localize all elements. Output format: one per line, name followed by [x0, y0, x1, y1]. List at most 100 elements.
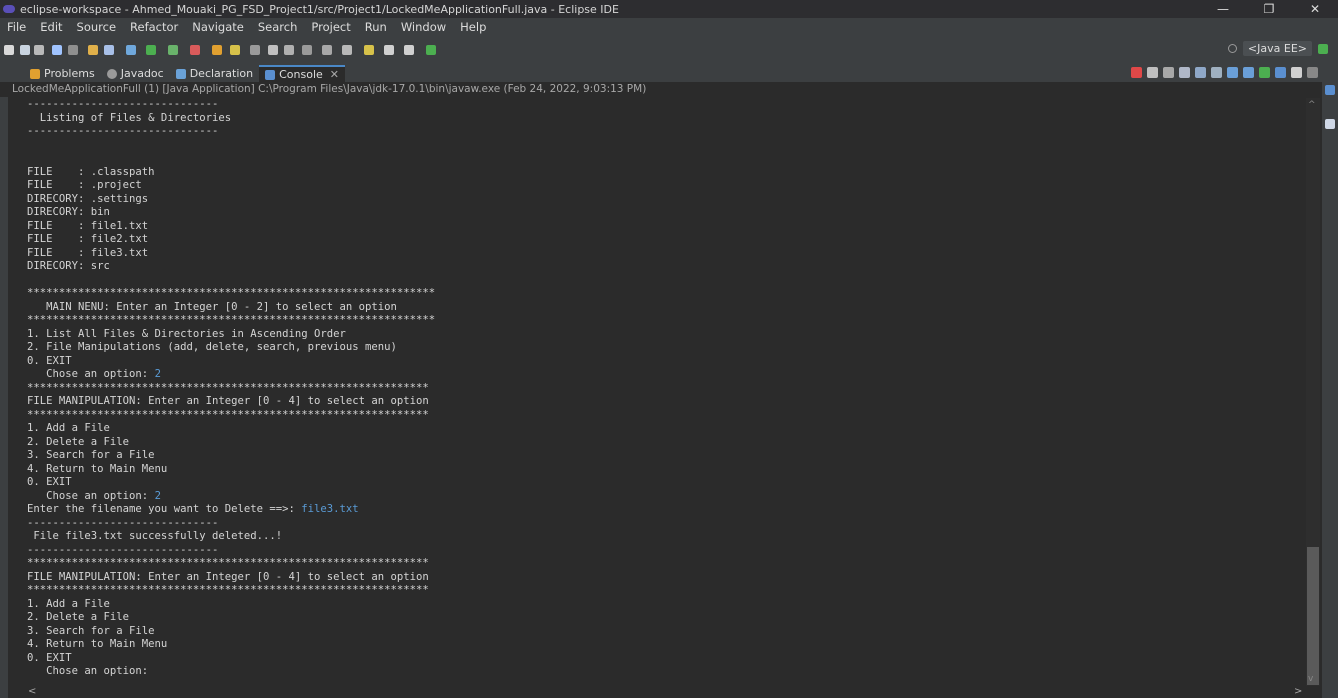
- console-line: 1. Add a File: [27, 598, 1304, 612]
- display-console-icon[interactable]: [1275, 67, 1286, 78]
- run-icon[interactable]: [146, 45, 156, 55]
- console-text: ------------------------------: [27, 98, 219, 110]
- show-whitespace-icon[interactable]: [302, 45, 312, 55]
- prev-annotation-icon[interactable]: [342, 45, 352, 55]
- close-button[interactable]: ✕: [1292, 0, 1338, 18]
- view-tab-bar: Problems Javadoc Declaration Console ✕: [0, 65, 1322, 82]
- console-line: ****************************************…: [27, 287, 1304, 301]
- console-line: DIRECORY: bin: [27, 206, 1304, 220]
- scrollbar-thumb[interactable]: [1307, 547, 1319, 685]
- external-tools-icon[interactable]: [190, 45, 200, 55]
- menu-search[interactable]: Search: [251, 20, 305, 34]
- clear-console-icon[interactable]: [1179, 67, 1190, 78]
- debug-icon[interactable]: [126, 45, 136, 55]
- console-line: MAIN NENU: Enter an Integer [0 - 2] to s…: [27, 301, 1304, 315]
- open-type-icon[interactable]: [250, 45, 260, 55]
- menu-file[interactable]: File: [0, 20, 33, 34]
- perspective-java-ee[interactable]: <Java EE>: [1242, 41, 1312, 56]
- menu-refactor[interactable]: Refactor: [123, 20, 185, 34]
- javadoc-icon: [106, 68, 117, 79]
- console-view-icon[interactable]: [52, 45, 62, 55]
- tab-label: Problems: [44, 67, 95, 80]
- console-line: FILE : .project: [27, 179, 1304, 193]
- console-text: ------------------------------: [27, 543, 219, 556]
- forward-icon[interactable]: [404, 45, 414, 55]
- scroll-left-icon[interactable]: <: [28, 686, 36, 697]
- open-console-icon[interactable]: [1291, 67, 1302, 78]
- menu-project[interactable]: Project: [304, 20, 357, 34]
- horizontal-scrollbar[interactable]: < >: [24, 686, 1320, 698]
- console-line: 0. EXIT: [27, 476, 1304, 490]
- console-text: 3. Search for a File: [27, 624, 155, 637]
- minimize-button[interactable]: —: [1200, 0, 1246, 18]
- tab-javadoc[interactable]: Javadoc: [101, 65, 170, 82]
- outline-icon[interactable]: [1325, 85, 1335, 95]
- console-line: Listing of Files & Directories: [27, 112, 1304, 126]
- console-text: 2. Delete a File: [27, 611, 130, 623]
- console-text: Listing of Files & Directories: [27, 111, 232, 124]
- console-text: MAIN NENU: Enter an Integer [0 - 2] to s…: [27, 300, 397, 313]
- minimize-view-icon[interactable]: [1307, 67, 1318, 78]
- console-line: Chose an option:: [27, 665, 1304, 679]
- console-text: 3. Search for a File: [27, 449, 155, 461]
- console-line: ****************************************…: [27, 584, 1304, 598]
- console-line: 1. Add a File: [27, 422, 1304, 436]
- show-stdout-icon[interactable]: [1227, 67, 1238, 78]
- remove-launch-icon[interactable]: [1147, 67, 1158, 78]
- next-annotation-icon[interactable]: [322, 45, 332, 55]
- last-edit-icon[interactable]: [364, 45, 374, 55]
- menu-navigate[interactable]: Navigate: [185, 20, 251, 34]
- console-text: FILE : file1.txt: [27, 219, 149, 232]
- new-package-icon[interactable]: [230, 45, 240, 55]
- terminal-icon[interactable]: [68, 45, 78, 55]
- menu-window[interactable]: Window: [394, 20, 453, 34]
- scroll-up-icon[interactable]: ^: [1308, 100, 1316, 110]
- maximize-button[interactable]: ❐: [1246, 0, 1292, 18]
- console-text: Chose an option:: [27, 489, 155, 502]
- toggle-mark-icon[interactable]: [284, 45, 294, 55]
- scroll-right-icon[interactable]: >: [1294, 686, 1302, 697]
- search-icon[interactable]: [1227, 44, 1237, 53]
- user-input: 2: [154, 489, 161, 502]
- tab-declaration[interactable]: Declaration: [170, 65, 259, 82]
- tab-problems[interactable]: Problems: [24, 65, 101, 82]
- terminate-icon[interactable]: [1131, 67, 1142, 78]
- vertical-scrollbar[interactable]: ^ v: [1306, 98, 1320, 686]
- save-icon[interactable]: [20, 45, 30, 55]
- new-java-project-icon[interactable]: [212, 45, 222, 55]
- scroll-down-icon[interactable]: v: [1308, 674, 1313, 684]
- open-perspective-icon[interactable]: [426, 45, 436, 55]
- back-icon[interactable]: [384, 45, 394, 55]
- console-toolbar: [1131, 67, 1318, 78]
- coverage-icon[interactable]: [168, 45, 178, 55]
- console-text: ****************************************…: [27, 557, 429, 569]
- remove-all-terminated-icon[interactable]: [1163, 67, 1174, 78]
- task-list-icon[interactable]: [1325, 119, 1335, 129]
- console-line: File file3.txt successfully deleted...!: [27, 530, 1304, 544]
- menu-run[interactable]: Run: [358, 20, 394, 34]
- console-line: ****************************************…: [27, 382, 1304, 396]
- show-stderr-icon[interactable]: [1243, 67, 1254, 78]
- menu-help[interactable]: Help: [453, 20, 493, 34]
- word-wrap-icon[interactable]: [1211, 67, 1222, 78]
- menu-bar: File Edit Source Refactor Navigate Search Proj…: [0, 18, 1338, 35]
- console-text: ****************************************…: [27, 314, 436, 326]
- menu-source[interactable]: Source: [70, 20, 124, 34]
- skip-breakpoints-icon[interactable]: [104, 45, 114, 55]
- server-icon[interactable]: [88, 45, 98, 55]
- save-all-icon[interactable]: [34, 45, 44, 55]
- tab-label: Console: [279, 68, 323, 81]
- pin-console-icon[interactable]: [1259, 67, 1270, 78]
- console-line: 3. Search for a File: [27, 449, 1304, 463]
- edit-icon[interactable]: [268, 45, 278, 55]
- tab-console[interactable]: Console ✕: [259, 65, 346, 82]
- scroll-lock-icon[interactable]: [1195, 67, 1206, 78]
- menu-edit[interactable]: Edit: [33, 20, 69, 34]
- new-icon[interactable]: [4, 45, 14, 55]
- debug-perspective-icon[interactable]: [1318, 43, 1328, 54]
- close-icon[interactable]: ✕: [330, 68, 339, 81]
- console-output[interactable]: ------------------------------ Listing o…: [24, 98, 1304, 688]
- declaration-icon: [175, 68, 186, 79]
- console-icon: [265, 69, 276, 80]
- user-input: file3.txt: [301, 503, 359, 515]
